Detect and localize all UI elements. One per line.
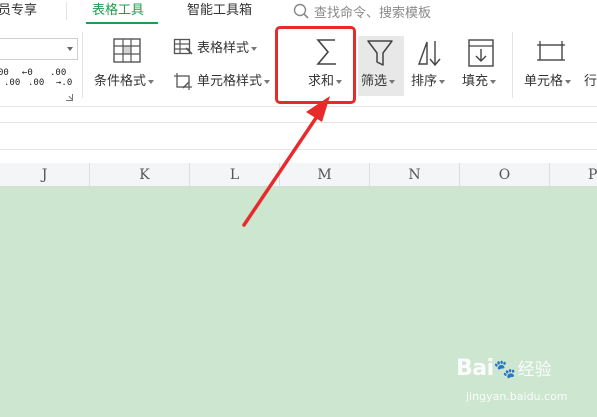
column-header-k[interactable]: K xyxy=(100,163,190,187)
fill-icon xyxy=(468,39,494,67)
tab-divider xyxy=(66,2,67,20)
column-header-n[interactable]: N xyxy=(370,163,460,187)
table-style-label[interactable]: 表格样式 xyxy=(197,41,258,57)
ribbon-divider xyxy=(512,32,513,98)
number-format-dialog-launcher[interactable] xyxy=(66,94,73,101)
fill-label[interactable]: 填充 xyxy=(462,74,497,90)
tab-smart-toolbox[interactable]: 智能工具箱 xyxy=(187,2,252,20)
paw-icon: 🐾 xyxy=(493,359,516,380)
chevron-down-icon xyxy=(148,79,155,84)
formula-bar[interactable] xyxy=(0,122,597,150)
sort-icon xyxy=(418,41,441,67)
table-style-icon xyxy=(173,38,193,55)
cell-style-label[interactable]: 单元格样式 xyxy=(197,74,271,90)
conditional-format-label[interactable]: 条件格式 xyxy=(94,74,155,90)
sum-highlight-box xyxy=(275,26,356,104)
chevron-down-icon xyxy=(565,79,572,84)
number-format-select[interactable] xyxy=(0,38,78,60)
increase-decimal-line2: .00 xyxy=(28,78,45,88)
watermark-logo: Bai xyxy=(456,356,494,381)
column-header-m[interactable]: M xyxy=(280,163,370,187)
cell-style-button[interactable] xyxy=(173,72,193,96)
cell-style-icon xyxy=(174,73,192,90)
sort-label[interactable]: 排序 xyxy=(411,74,446,90)
row-column-label[interactable]: 行 xyxy=(584,74,597,90)
watermark-logo-tail: 经验 xyxy=(517,360,552,380)
increase-decimal-line1: ←0 xyxy=(22,68,33,78)
column-header-row: J K L M N O P xyxy=(0,163,597,187)
column-header-j[interactable]: J xyxy=(0,163,90,187)
chevron-down-icon xyxy=(251,46,258,51)
decrease-decimal-line2: →.0 xyxy=(56,78,73,88)
column-header-o[interactable]: O xyxy=(460,163,550,187)
fill-button[interactable] xyxy=(467,38,495,72)
baidu-jingyan-watermark: Bai🐾 经验 xyxy=(456,355,552,381)
conditional-format-button[interactable] xyxy=(112,37,142,69)
filter-icon xyxy=(367,40,393,66)
tab-table-tools[interactable]: 表格工具 xyxy=(92,2,144,20)
sheet-grid[interactable] xyxy=(0,187,597,417)
column-header-p[interactable]: P xyxy=(550,163,597,187)
comma-style-line2: .00 xyxy=(4,78,21,88)
conditional-format-icon xyxy=(113,38,141,63)
tab-member-exclusive[interactable]: 员专享 xyxy=(0,2,37,20)
chevron-down-icon xyxy=(490,79,497,84)
sort-button[interactable] xyxy=(415,38,445,72)
ribbon-border xyxy=(0,106,597,107)
increase-decimal-button[interactable]: ←0 .00 xyxy=(22,68,44,90)
search-placeholder: 查找命令、搜索模板 xyxy=(314,5,432,21)
ribbon-divider xyxy=(82,32,83,98)
cell-label[interactable]: 单元格 xyxy=(524,74,572,90)
chevron-down-icon xyxy=(67,47,73,51)
decrease-decimal-button[interactable]: .00 →.0 xyxy=(50,68,72,90)
cell-icon xyxy=(537,41,565,61)
column-header-l[interactable]: L xyxy=(190,163,280,187)
search-icon xyxy=(293,3,309,19)
comma-style-line1: 00 xyxy=(0,68,9,78)
decrease-decimal-line1: .00 xyxy=(50,68,67,78)
chevron-down-icon xyxy=(439,79,446,84)
watermark-url: jingyan.baidu.com xyxy=(466,390,568,403)
command-search[interactable]: 查找命令、搜索模板 xyxy=(292,0,431,22)
filter-button[interactable] xyxy=(366,38,394,72)
cell-button[interactable] xyxy=(536,40,566,70)
comma-style-button[interactable]: 00 .00 xyxy=(0,68,20,90)
filter-label[interactable]: 筛选 xyxy=(361,74,396,90)
menu-tab-bar: 员专享 表格工具 智能工具箱 查找命令、搜索模板 xyxy=(0,0,597,24)
chevron-down-icon xyxy=(389,79,396,84)
chevron-down-icon xyxy=(264,79,271,84)
table-style-button[interactable] xyxy=(173,38,193,60)
